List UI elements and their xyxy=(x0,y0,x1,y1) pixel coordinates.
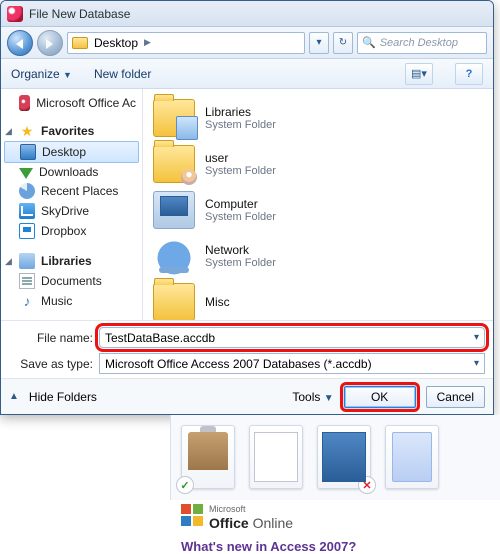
savetype-select[interactable]: Microsoft Office Access 2007 Databases (… xyxy=(99,353,485,374)
navigation-pane[interactable]: Microsoft Office Ac ◢★Favorites Desktop … xyxy=(1,89,143,320)
access-app-icon xyxy=(7,6,23,22)
fields-area: File name: TestDataBase.accdb Save as ty… xyxy=(1,320,493,378)
collapse-icon[interactable]: ◢ xyxy=(5,256,12,267)
whats-new-link[interactable]: What's new in Access 2007? xyxy=(181,539,490,554)
recent-icon xyxy=(19,183,35,199)
sidebar-item-desktop[interactable]: Desktop xyxy=(4,141,139,163)
search-icon: 🔍 xyxy=(362,36,376,49)
ok-button[interactable]: OK xyxy=(344,386,416,408)
list-item[interactable]: LibrariesSystem Folder xyxy=(151,95,485,141)
save-dialog: File New Database Desktop ▶ ▾ ↻ 🔍 Search… xyxy=(0,0,494,415)
folder-icon xyxy=(153,283,195,320)
office-logo-icon xyxy=(181,504,203,526)
savetype-label: Save as type: xyxy=(9,357,93,371)
sidebar-item-dropbox[interactable]: Dropbox xyxy=(1,221,142,241)
office-online-brand: MicrosoftOffice Online xyxy=(181,499,490,531)
dialog-title: File New Database xyxy=(29,7,130,21)
search-input[interactable]: 🔍 Search Desktop xyxy=(357,32,487,54)
search-placeholder: Search Desktop xyxy=(380,37,458,49)
hide-folders-link[interactable]: Hide Folders xyxy=(29,390,97,404)
list-item[interactable]: ComputerSystem Folder xyxy=(151,187,485,233)
user-folder-icon xyxy=(153,145,195,183)
sidebar-item-skydrive[interactable]: SkyDrive xyxy=(1,201,142,221)
libraries-icon xyxy=(19,253,35,269)
libraries-folder-icon xyxy=(153,99,195,137)
network-icon xyxy=(153,237,195,275)
chevron-right-icon[interactable]: ▶ xyxy=(144,37,151,48)
address-bar[interactable]: Desktop ▶ xyxy=(67,32,305,54)
check-badge-icon: ✓ xyxy=(176,476,194,494)
template-thumb[interactable]: ✓ xyxy=(181,425,235,489)
sidebar-group-favorites[interactable]: ◢★Favorites xyxy=(1,121,142,141)
filename-input[interactable]: TestDataBase.accdb xyxy=(99,327,485,348)
nav-back-button[interactable] xyxy=(7,30,33,56)
star-icon: ★ xyxy=(19,123,35,139)
sidebar-item-music[interactable]: ♪Music xyxy=(1,291,142,311)
music-icon: ♪ xyxy=(19,293,35,309)
cancel-button[interactable]: Cancel xyxy=(426,386,485,408)
access-icon xyxy=(19,95,30,111)
tools-menu[interactable]: Tools ▼ xyxy=(292,390,333,404)
template-thumb[interactable]: ✕ xyxy=(317,425,371,489)
address-history-dropdown[interactable]: ▾ xyxy=(309,32,329,54)
nav-bar: Desktop ▶ ▾ ↻ 🔍 Search Desktop xyxy=(1,27,493,59)
filename-label: File name: xyxy=(9,331,93,345)
list-item[interactable]: NetworkSystem Folder xyxy=(151,233,485,279)
organize-menu[interactable]: Organize ▼ xyxy=(11,67,72,81)
chevron-up-icon[interactable]: ▲ xyxy=(9,391,19,402)
views-button[interactable]: ▤▾ xyxy=(405,63,433,85)
template-thumbnails: ✓ ✕ xyxy=(181,425,490,489)
sidebar-item-documents[interactable]: Documents xyxy=(1,271,142,291)
collapse-icon[interactable]: ◢ xyxy=(5,126,12,137)
documents-icon xyxy=(19,273,35,289)
sidebar-item-recent[interactable]: Recent Places xyxy=(1,181,142,201)
dialog-footer: ▲ Hide Folders Tools ▼ OK Cancel xyxy=(1,378,493,414)
list-item[interactable]: Misc xyxy=(151,279,485,320)
titlebar[interactable]: File New Database xyxy=(1,1,493,27)
desktop-folder-icon xyxy=(72,37,88,49)
nav-forward-button[interactable] xyxy=(37,30,63,56)
sidebar-item-access[interactable]: Microsoft Office Ac xyxy=(1,93,142,113)
list-item[interactable]: userSystem Folder xyxy=(151,141,485,187)
template-thumb[interactable] xyxy=(385,425,439,489)
sidebar-item-downloads[interactable]: Downloads xyxy=(1,163,142,181)
help-button[interactable]: ? xyxy=(455,63,483,85)
download-icon xyxy=(19,168,33,179)
refresh-button[interactable]: ↻ xyxy=(333,32,353,54)
desktop-icon xyxy=(20,144,36,160)
background-panel: ✓ ✕ MicrosoftOffice Online What's new in… xyxy=(170,415,500,500)
new-folder-button[interactable]: New folder xyxy=(94,67,151,81)
breadcrumb-location[interactable]: Desktop xyxy=(94,36,138,50)
sidebar-group-libraries[interactable]: ◢Libraries xyxy=(1,251,142,271)
command-bar: Organize ▼ New folder ▤▾ ? xyxy=(1,59,493,89)
template-thumb[interactable] xyxy=(249,425,303,489)
skydrive-icon xyxy=(19,203,35,219)
computer-icon xyxy=(153,191,195,229)
dropbox-icon xyxy=(19,223,35,239)
close-badge-icon: ✕ xyxy=(358,476,376,494)
file-list[interactable]: LibrariesSystem Folder userSystem Folder… xyxy=(143,89,493,320)
